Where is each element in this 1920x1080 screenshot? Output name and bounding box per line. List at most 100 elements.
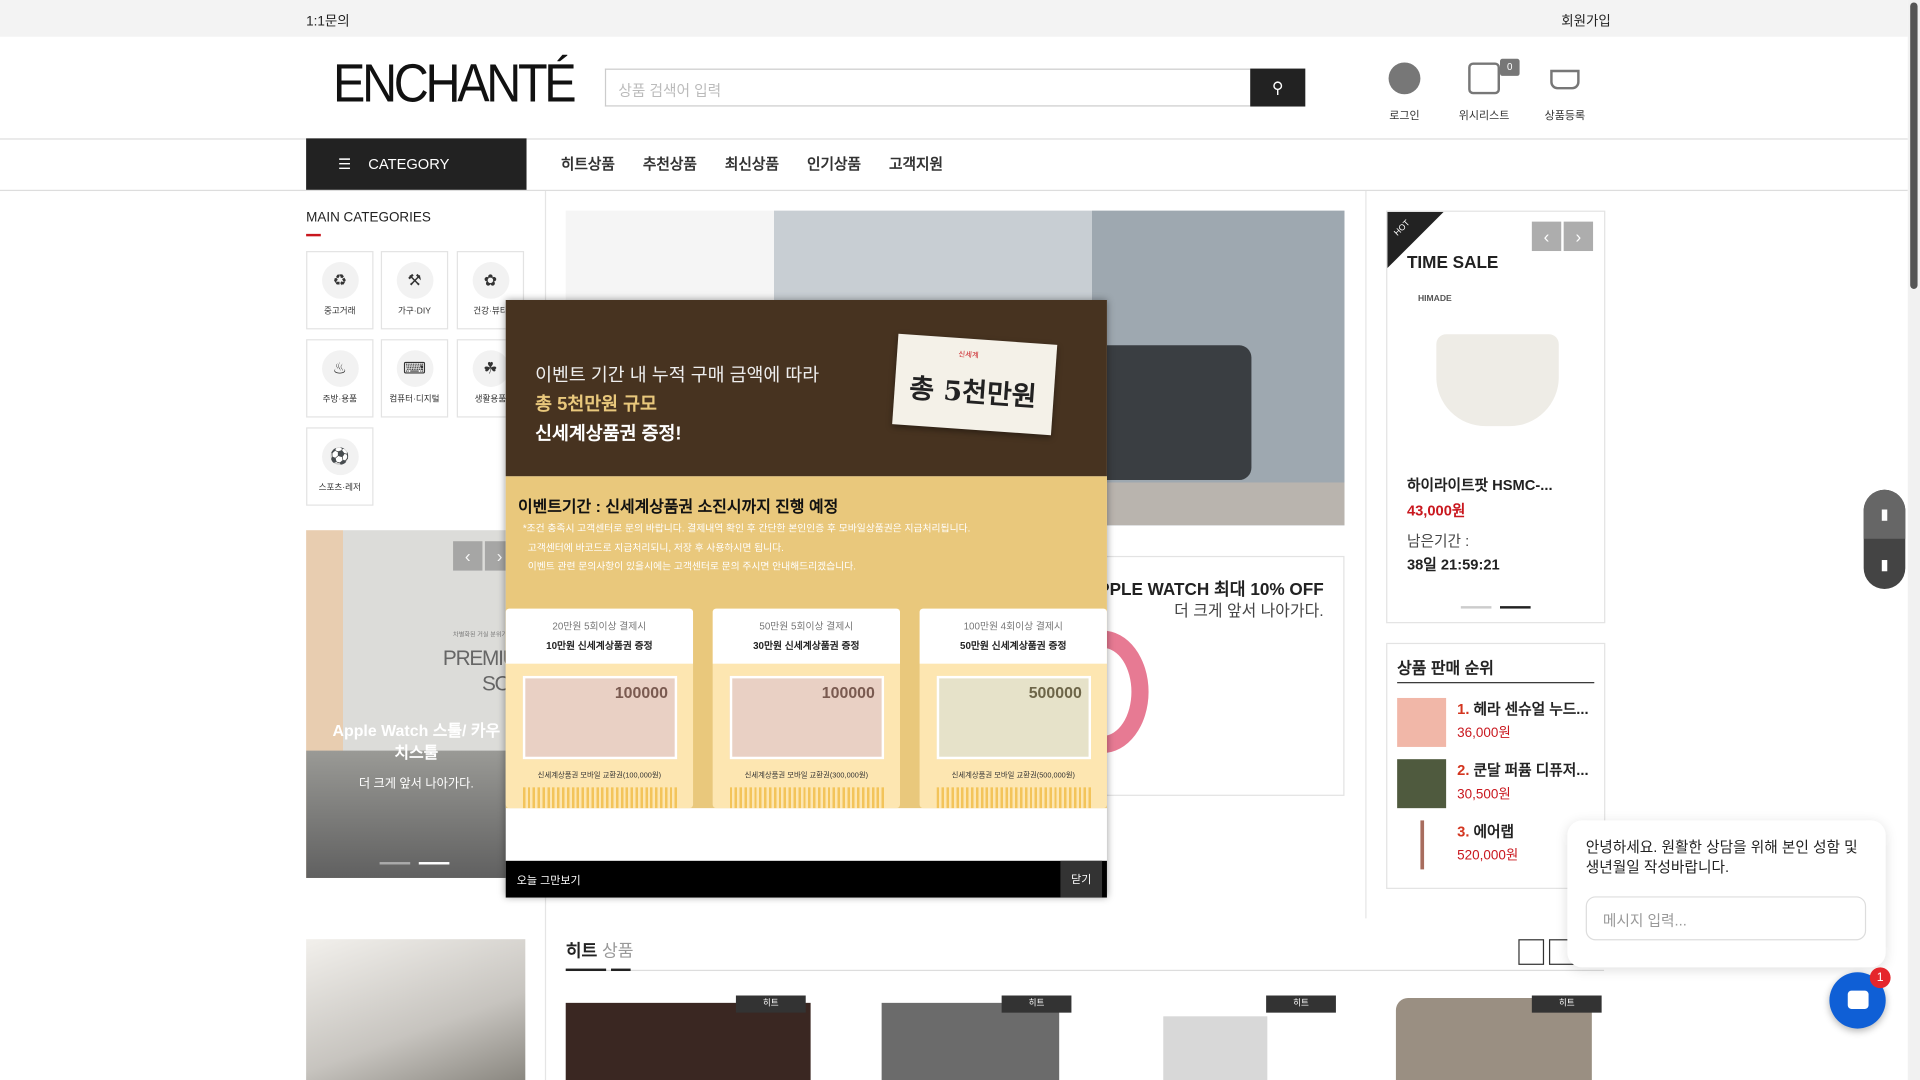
chat-bubble: 안녕하세요. 원활한 상담을 위해 본인 성함 및 생년월일 작성바랍니다. 메… [1567,820,1886,968]
nav-support[interactable]: 고객지원 [889,138,943,189]
product-price: 43,000원 [1406,502,1466,520]
computer-icon: ⌨ [396,350,433,387]
title-underline [565,968,607,972]
slide-indicator-active[interactable] [418,862,450,865]
divider [565,969,1605,972]
category-label: 스포츠·레저 [318,483,361,493]
inquiry-link[interactable]: 1:1문의 [306,11,350,31]
nav-hit[interactable]: 히트상품 [561,138,615,189]
product-image[interactable] [565,1002,811,1080]
event-popup: 이벤트 기간 내 누적 구매 금액에 따라 총 5천만원 규모 신세계상품권 증… [505,300,1107,898]
search-button[interactable]: ⚲ [1250,68,1306,107]
popup-footer: 오늘 그만보기 닫기 [505,860,1107,898]
voucher-card: 50만원 5회이상 결제시 30만원 신세계상품권 증정 100000 신세계상품권 … [712,608,901,809]
login-button[interactable]: 로그인 [1374,62,1435,122]
nav-popular[interactable]: 인기상품 [807,138,861,189]
ranking-item[interactable]: 2. 쿤달 퍼퓸 디퓨저... 30,500원 [1397,759,1605,813]
gift-card-image: 신세계 총 5천만원 [892,333,1058,436]
hit-badge: 히트 [1266,995,1336,1013]
scrollbar[interactable] [1907,0,1920,1080]
popup-line1: 이벤트 기간 내 누적 구매 금액에 따라 [535,364,820,386]
image-text: 차별화된 거실 분위기 [453,631,508,640]
slide-indicator[interactable] [1460,606,1492,609]
signup-link[interactable]: 회원가입 [1561,11,1611,31]
event-note: 고객센터에 바코드로 지급처리되니, 저장 후 사용하시면 됩니다. [527,542,784,554]
cart-side-button[interactable]: ▮ [1864,540,1906,589]
sidebar-banner[interactable]: 차별화된 거실 분위기 PREMIUM SOFA Apple Watch 스툴/… [306,530,526,878]
user-icon [1388,62,1421,95]
main-nav [0,138,1908,192]
nav-recommended[interactable]: 추천상품 [643,138,697,189]
chat-icon [1847,990,1868,1009]
title-underline [306,233,321,237]
voucher-card: 20만원 5회이상 결제시 10만원 신세계상품권 증정 100000 신세계상품권 … [505,608,694,809]
hit-badge: 히트 [1531,995,1602,1013]
category-tile[interactable]: ♻ 중고거래 [306,251,374,330]
recent-view-button[interactable]: ▮ [1863,489,1906,539]
popup-line2: 총 5천만원 규모 [535,394,657,416]
brand-label: HIMADE [1417,295,1452,304]
event-note: *조건 충족시 고객센터로 문의 바랍니다. 결제내역 확인 후 간단한 본인인… [522,522,971,534]
prev-arrow[interactable]: ‹ [1531,221,1562,252]
dont-show-today-button[interactable]: 오늘 그만보기 [517,872,581,888]
product-thumb [1397,697,1447,747]
event-period: 이벤트기간 : 신세계상품권 소진시까지 진행 예정 [517,497,839,516]
top-bar: 1:1문의 회원가입 [0,0,1908,37]
category-tile[interactable]: ⌨ 컴퓨터·디지털 [380,339,449,418]
ranking-item[interactable]: 1. 헤라 센슈얼 누드... 36,000원 [1397,697,1605,752]
product-image[interactable] [1436,334,1559,427]
category-tile[interactable]: ⚽ 스포츠·레저 [306,427,374,506]
ranking-title: 상품 판매 순위 [1397,658,1494,678]
bag-heart-icon [1468,62,1501,95]
basket-icon [1550,69,1580,90]
divider [1365,191,1367,919]
recycle-icon: ♻ [321,262,359,299]
category-label: 건강·뷰티 [473,307,508,316]
time-sale-title: TIME SALE [1406,252,1499,272]
voucher-card: 100만원 4회이상 결제시 50만원 신세계상품권 증정 500000 신세계상품권… [919,608,1107,809]
popup-close-button[interactable]: 닫기 [1060,860,1103,898]
promo-subtitle: 더 크게 앞서 나아가다. [1174,601,1324,620]
scrollbar-thumb[interactable] [1910,2,1918,289]
next-arrow[interactable]: › [1563,221,1594,252]
category-button[interactable]: ☰ CATEGORY [306,138,527,190]
slide-indicator[interactable] [379,862,411,865]
chat-unread-badge: 1 [1869,967,1891,989]
barcode [729,787,884,809]
remain-label: 남은기간 : [1406,532,1470,550]
barcode [522,787,677,809]
hit-title: 히트 상품 [565,940,634,961]
category-label: 중고거래 [324,307,356,316]
register-product-button[interactable]: 상품등록 [1534,62,1595,122]
product-name[interactable]: 하이라이트팟 HSMC-... [1407,474,1553,495]
category-label: 컴퓨터·디지털 [389,395,440,405]
prev-arrow[interactable]: ‹ [453,541,483,571]
category-tile[interactable]: ♨ 주방·용품 [306,339,374,418]
remain-time: 38일 21:59:21 [1406,555,1500,574]
product-image[interactable] [881,1002,1060,1080]
voucher-image: 500000 [936,675,1091,760]
sofa-image [306,750,526,878]
search-input[interactable]: 상품 검색어 입력 [604,68,1251,107]
product-thumb [1397,759,1447,809]
laptop-banner[interactable] [306,939,526,1080]
popup-line3: 신세계상품권 증정! [535,423,682,445]
category-label: CATEGORY [368,155,450,173]
hit-badge: 히트 [1001,995,1072,1013]
logo[interactable]: ENCHANTÉ [333,54,577,115]
nav-new[interactable]: 최신상품 [725,138,779,189]
product-image[interactable] [1163,1016,1268,1080]
prev-arrow[interactable] [1518,939,1545,965]
chat-input[interactable]: 메시지 입력... [1585,896,1867,941]
category-tile[interactable]: ⚒ 가구·DIY [380,251,449,330]
wishlist-label: 위시리스트 [1458,108,1510,122]
voucher-image: 100000 [522,675,677,760]
category-label: 가구·DIY [398,307,431,316]
barcode [936,787,1091,809]
slide-indicator-active[interactable] [1500,606,1531,609]
chat-message: 안녕하세요. 원활한 상담을 위해 본인 성함 및 생년월일 작성바랍니다. [1585,838,1858,876]
sports-icon: ⚽ [321,438,359,476]
banner-title: Apple Watch 스툴/ 카우치스툴 [332,721,501,762]
search-icon: ⚲ [1271,78,1284,97]
furniture-icon: ⚒ [396,262,433,299]
